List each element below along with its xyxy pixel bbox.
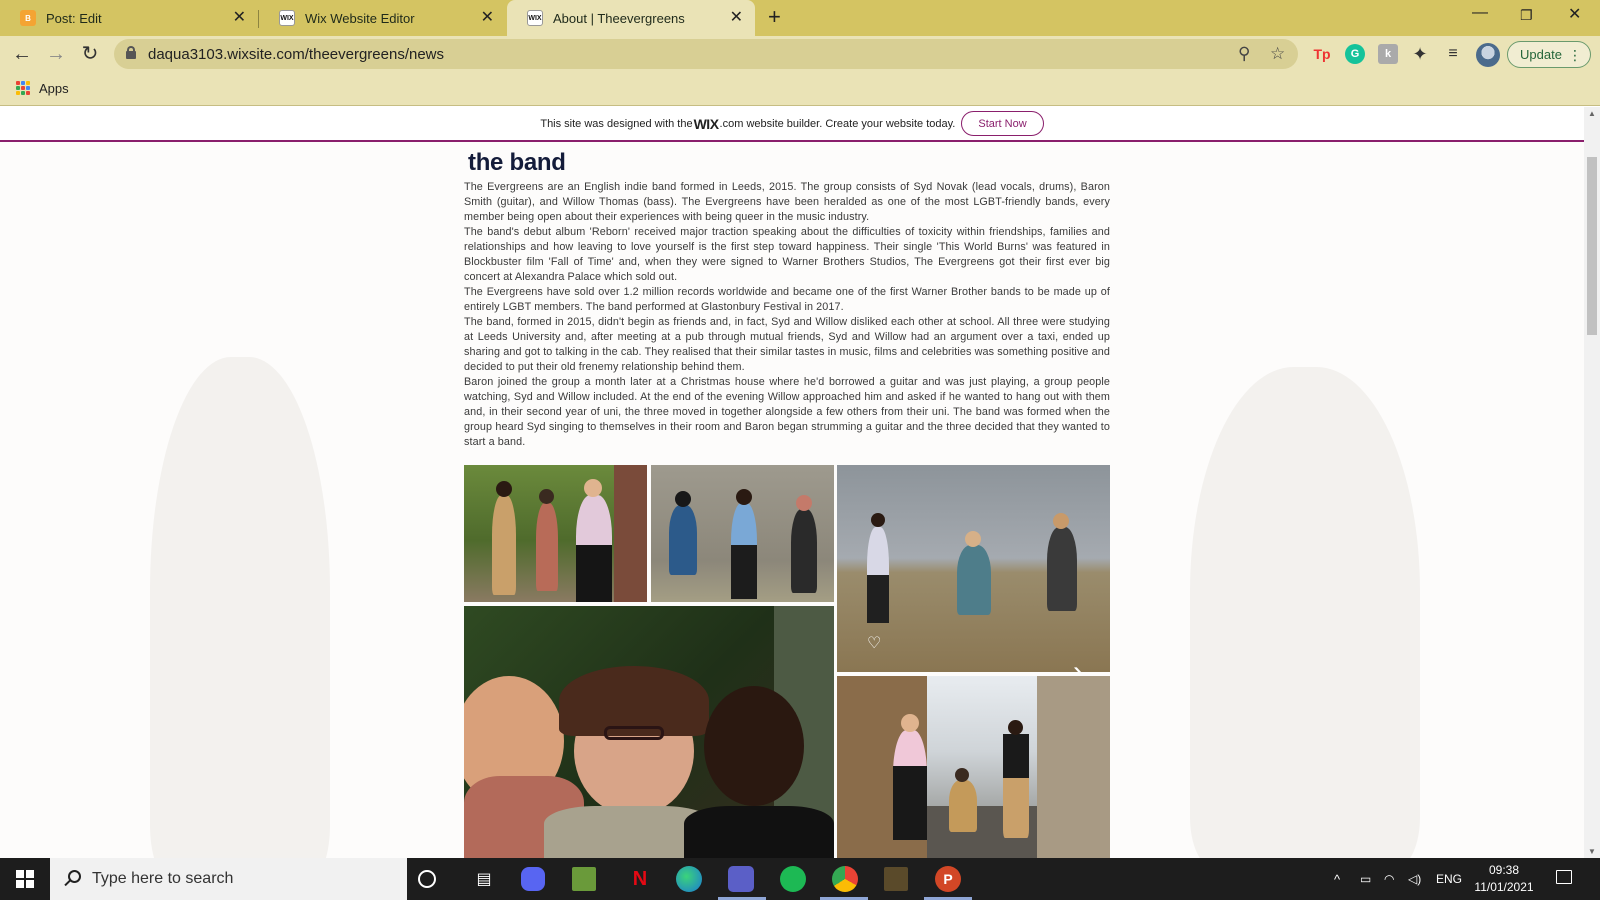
- spotify-icon[interactable]: [780, 866, 806, 892]
- next-arrow-icon[interactable]: ›: [1073, 657, 1083, 673]
- scroll-up-icon[interactable]: ▲: [1588, 109, 1596, 118]
- scroll-down-icon[interactable]: ▼: [1588, 847, 1596, 856]
- battery-icon[interactable]: ▭: [1360, 858, 1371, 900]
- window-close-icon[interactable]: ✕: [1568, 4, 1581, 24]
- netflix-icon[interactable]: N: [625, 864, 655, 894]
- reload-icon[interactable]: ↻: [78, 42, 102, 66]
- bio-paragraph: The band's debut album 'Reborn' received…: [464, 226, 1110, 283]
- wix-banner-text: .com website builder. Create your websit…: [719, 117, 956, 130]
- tab-title: Post: Edit: [46, 10, 102, 26]
- taskbar-clock[interactable]: 09:38 11/01/2021: [1456, 862, 1552, 896]
- start-now-button[interactable]: Start Now: [961, 111, 1044, 136]
- app-icon[interactable]: [884, 867, 908, 891]
- tab-about-theevergreens[interactable]: WIX About | Theevergreens ✕: [507, 0, 755, 36]
- extensions-puzzle-icon[interactable]: ✦: [1410, 44, 1430, 64]
- search-placeholder: Type here to search: [92, 870, 234, 887]
- bookmarks-bar: Apps: [0, 72, 1600, 106]
- tp-extension-icon[interactable]: Tp: [1312, 44, 1332, 64]
- like-heart-icon[interactable]: ♡: [867, 633, 881, 653]
- browser-toolbar: ← → ↻ daqua3103.wixsite.com/theevergreen…: [0, 36, 1600, 72]
- clock-time: 09:38: [1488, 863, 1520, 877]
- main-content: the band The Evergreens are an English i…: [464, 149, 1110, 450]
- clock-date: 11/01/2021: [1474, 880, 1534, 894]
- wix-logo: WIX: [693, 115, 719, 132]
- bookmark-apps[interactable]: Apps: [39, 81, 69, 96]
- bio-paragraph: The Evergreens are an English indie band…: [464, 181, 1110, 223]
- update-label: Update: [1520, 47, 1562, 62]
- edge-icon[interactable]: [676, 866, 702, 892]
- update-button[interactable]: Update ⋮: [1507, 41, 1591, 68]
- wix-icon: WIX: [279, 10, 295, 26]
- show-hidden-icons-icon[interactable]: ^: [1334, 858, 1340, 900]
- notifications-icon[interactable]: [1556, 870, 1572, 884]
- background-figure: [150, 357, 330, 858]
- background-figure: [1190, 367, 1420, 858]
- powerpoint-icon[interactable]: P: [935, 866, 961, 892]
- band-in-field-photo[interactable]: ♡ ›: [837, 465, 1110, 672]
- restore-icon[interactable]: ❐: [1520, 7, 1533, 24]
- volume-icon[interactable]: ◁): [1408, 858, 1421, 900]
- band-bio: The Evergreens are an English indie band…: [464, 180, 1110, 450]
- cortana-icon[interactable]: [418, 870, 436, 888]
- close-icon[interactable]: ✕: [481, 10, 494, 26]
- apps-grid-icon[interactable]: [16, 81, 30, 95]
- scrollbar-thumb[interactable]: [1587, 157, 1597, 335]
- url-text: daqua3103.wixsite.com/theevergreens/news: [148, 46, 445, 63]
- new-tab-icon[interactable]: +: [768, 6, 781, 28]
- grammarly-icon[interactable]: G: [1345, 44, 1365, 64]
- page-scrollbar[interactable]: ▲ ▼: [1584, 107, 1600, 858]
- extension-icon[interactable]: k: [1378, 44, 1398, 64]
- wix-promo-banner: This site was designed with the WIX .com…: [0, 107, 1584, 142]
- tab-post-edit[interactable]: B Post: Edit ✕: [0, 0, 258, 36]
- page-viewport: This site was designed with the WIX .com…: [0, 107, 1584, 858]
- band-at-stone-wall-photo[interactable]: [651, 465, 834, 602]
- windows-logo-icon: [16, 870, 34, 888]
- photo-gallery: ♡ ›: [464, 465, 1110, 858]
- tab-title: About | Theevergreens: [553, 10, 685, 26]
- bio-paragraph: The Evergreens have sold over 1.2 millio…: [464, 286, 1110, 313]
- lock-icon: [126, 46, 136, 59]
- tab-title: Wix Website Editor: [305, 10, 415, 26]
- tab-strip: B Post: Edit ✕ WIX Wix Website Editor ✕ …: [0, 0, 1600, 36]
- start-button[interactable]: [0, 858, 50, 900]
- zoom-icon[interactable]: ⚲: [1238, 44, 1250, 64]
- close-icon[interactable]: ✕: [730, 10, 743, 26]
- band-in-alley-photo[interactable]: [464, 465, 647, 602]
- wix-banner-text: This site was designed with the: [540, 117, 693, 130]
- address-bar[interactable]: daqua3103.wixsite.com/theevergreens/news…: [114, 39, 1298, 69]
- forward-icon[interactable]: →: [44, 42, 68, 66]
- back-icon[interactable]: ←: [10, 42, 34, 66]
- bio-paragraph: The band, formed in 2015, didn't begin a…: [464, 316, 1110, 373]
- task-view-icon[interactable]: ▤: [469, 864, 499, 894]
- blogger-icon: B: [20, 10, 36, 26]
- windows-taskbar: Type here to search ▤ N P ^ ▭ ◠ ◁) ENG 0…: [0, 858, 1600, 900]
- taskbar-search[interactable]: Type here to search: [50, 858, 407, 900]
- close-icon[interactable]: ✕: [233, 10, 246, 26]
- wifi-icon[interactable]: ◠: [1384, 858, 1394, 900]
- profile-avatar[interactable]: [1476, 43, 1500, 67]
- media-control-icon[interactable]: ≡: [1443, 44, 1463, 64]
- tab-wix-editor[interactable]: WIX Wix Website Editor ✕: [259, 0, 506, 36]
- wix-icon: WIX: [527, 10, 543, 26]
- bookmark-star-icon[interactable]: ☆: [1270, 44, 1285, 64]
- bio-paragraph: Baron joined the group a month later at …: [464, 376, 1110, 448]
- minimize-icon[interactable]: —: [1472, 4, 1488, 22]
- chrome-icon[interactable]: [832, 866, 858, 892]
- teams-icon[interactable]: [728, 866, 754, 892]
- page-title: the band: [468, 149, 566, 176]
- search-icon: [64, 870, 82, 888]
- band-in-lane-photo[interactable]: [837, 676, 1110, 858]
- menu-dots-icon[interactable]: ⋮: [1568, 47, 1582, 64]
- minecraft-icon[interactable]: [572, 867, 596, 891]
- discord-icon[interactable]: [521, 867, 545, 891]
- band-closeup-photo[interactable]: [464, 606, 834, 858]
